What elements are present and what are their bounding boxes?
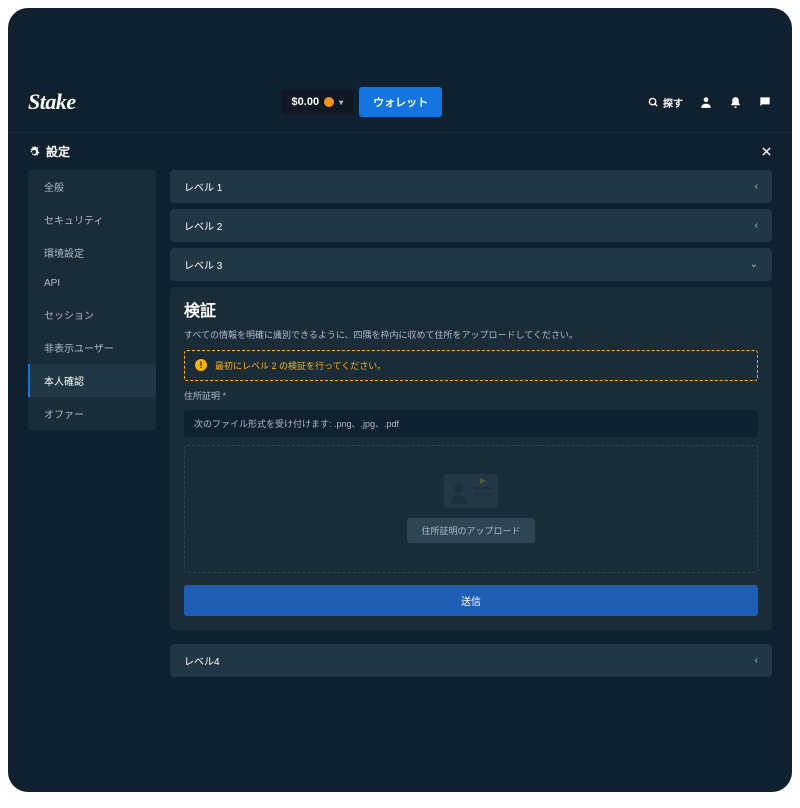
level-3-panel: 検証 すべての情報を明確に識別できるように、四隅を枠内に収めて住所をアップロード… bbox=[170, 287, 772, 630]
upload-button[interactable]: 住所証明のアップロード bbox=[407, 518, 534, 543]
search-button[interactable]: 探す bbox=[648, 95, 683, 110]
sidebar-item-preferences[interactable]: 環境設定 bbox=[28, 236, 156, 269]
close-button[interactable] bbox=[761, 146, 772, 157]
gear-icon bbox=[28, 146, 40, 158]
level-2-row[interactable]: レベル 2 ‹ bbox=[170, 209, 772, 242]
sidebar-item-general[interactable]: 全般 bbox=[28, 170, 156, 203]
sidebar-item-security[interactable]: セキュリティ bbox=[28, 203, 156, 236]
level-2-label: レベル 2 bbox=[184, 218, 222, 233]
main: 全般 セキュリティ 環境設定 API セッション 非表示ユーザー 本人確認 オフ… bbox=[8, 170, 792, 677]
settings-header: 設定 bbox=[8, 132, 792, 170]
chat-button[interactable] bbox=[758, 95, 772, 109]
file-dropzone[interactable]: 住所証明のアップロード bbox=[184, 445, 758, 573]
level-4-label: レベル4 bbox=[184, 653, 220, 668]
level-1-label: レベル 1 bbox=[184, 179, 222, 194]
warning-icon: ! bbox=[195, 359, 207, 371]
warning-box: ! 最初にレベル 2 の検証を行ってください。 bbox=[184, 350, 758, 381]
sidebar: 全般 セキュリティ 環境設定 API セッション 非表示ユーザー 本人確認 オフ… bbox=[28, 170, 156, 430]
submit-button[interactable]: 送信 bbox=[184, 585, 758, 616]
chevron-left-icon: ‹ bbox=[755, 220, 758, 231]
verify-description: すべての情報を明確に識別できるように、四隅を枠内に収めて住所をアップロードしてく… bbox=[184, 329, 758, 342]
id-card-icon bbox=[444, 474, 498, 508]
topbar: Stake $0.00 ▾ ウォレット 探す bbox=[8, 78, 792, 126]
warning-text: 最初にレベル 2 の検証を行ってください。 bbox=[215, 359, 386, 372]
sidebar-item-api[interactable]: API bbox=[28, 269, 156, 298]
sidebar-item-hidden-users[interactable]: 非表示ユーザー bbox=[28, 331, 156, 364]
person-icon bbox=[699, 95, 713, 109]
level-1-row[interactable]: レベル 1 ‹ bbox=[170, 170, 772, 203]
sidebar-item-verify[interactable]: 本人確認 bbox=[28, 364, 156, 397]
file-format-hint: 次のファイル形式を受け付けます: .png、.jpg、.pdf bbox=[184, 410, 758, 437]
level-4-row[interactable]: レベル4 ‹ bbox=[170, 644, 772, 677]
search-label: 探す bbox=[663, 95, 683, 110]
wallet-button[interactable]: ウォレット bbox=[359, 87, 442, 117]
balance-display[interactable]: $0.00 ▾ bbox=[282, 90, 354, 114]
app-frame: Stake $0.00 ▾ ウォレット 探す bbox=[8, 8, 792, 792]
chevron-left-icon: ‹ bbox=[755, 655, 758, 666]
balance-amount: $0.00 bbox=[292, 96, 320, 108]
chevron-left-icon: ‹ bbox=[755, 181, 758, 192]
sidebar-item-offers[interactable]: オファー bbox=[28, 397, 156, 430]
level-3-label: レベル 3 bbox=[184, 257, 222, 272]
verify-title: 検証 bbox=[184, 297, 758, 321]
chat-icon bbox=[758, 95, 772, 109]
profile-button[interactable] bbox=[699, 95, 713, 109]
topbar-right: 探す bbox=[648, 95, 772, 110]
settings-title: 設定 bbox=[46, 143, 70, 160]
bell-icon bbox=[729, 96, 742, 109]
bitcoin-icon bbox=[324, 97, 334, 107]
notifications-button[interactable] bbox=[729, 96, 742, 109]
topbar-center: $0.00 ▾ ウォレット bbox=[76, 87, 648, 117]
logo: Stake bbox=[28, 89, 76, 115]
chevron-down-icon: ▾ bbox=[339, 98, 343, 107]
address-proof-label: 住所証明 bbox=[184, 389, 758, 402]
close-icon bbox=[761, 146, 772, 157]
search-icon bbox=[648, 97, 659, 108]
sidebar-item-sessions[interactable]: セッション bbox=[28, 298, 156, 331]
chevron-down-icon: ⌄ bbox=[750, 259, 758, 270]
content: レベル 1 ‹ レベル 2 ‹ レベル 3 ⌄ 検証 すべての情報を明確に識別で… bbox=[170, 170, 772, 677]
level-3-row[interactable]: レベル 3 ⌄ bbox=[170, 248, 772, 281]
